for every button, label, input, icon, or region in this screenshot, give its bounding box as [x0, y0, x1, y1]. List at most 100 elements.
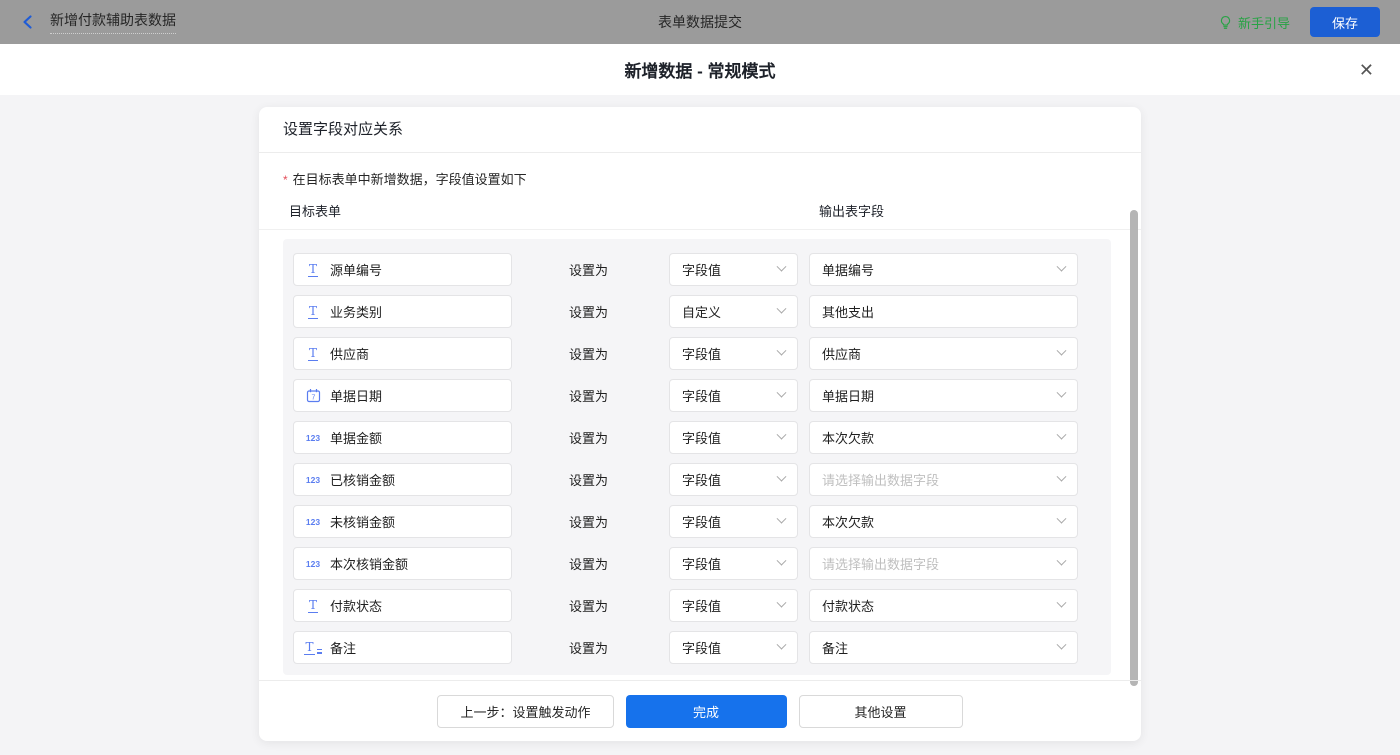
mapping-row: 123 未核销金额 设置为 字段值 本次欠款 — [293, 505, 1101, 538]
close-icon[interactable]: ✕ — [1359, 61, 1374, 79]
mode-select[interactable]: 字段值 — [669, 505, 798, 538]
date-field-icon: 7 — [304, 388, 322, 403]
set-as-label: 设置为 — [569, 470, 611, 489]
mode-value: 字段值 — [682, 596, 721, 615]
save-button[interactable]: 保存 — [1310, 7, 1380, 37]
target-field[interactable]: T 源单编号 — [293, 253, 512, 286]
mapping-row: T 供应商 设置为 字段值 供应商 — [293, 337, 1101, 370]
output-select[interactable]: 本次欠款 — [809, 505, 1078, 538]
mode-value: 字段值 — [682, 344, 721, 363]
mode-select[interactable]: 字段值 — [669, 547, 798, 580]
target-field-label: 备注 — [330, 638, 356, 657]
set-as-label: 设置为 — [569, 554, 611, 573]
output-value: 供应商 — [822, 344, 861, 363]
target-field-label: 单据日期 — [330, 386, 382, 405]
output-select[interactable]: 本次欠款 — [809, 421, 1078, 454]
target-field[interactable]: 7 单据日期 — [293, 379, 512, 412]
output-placeholder: 请选择输出数据字段 — [822, 470, 939, 489]
set-as-label: 设置为 — [569, 638, 611, 657]
workflow-title[interactable]: 新增付款辅助表数据 — [50, 10, 176, 34]
other-settings-button[interactable]: 其他设置 — [799, 695, 963, 728]
chevron-down-icon — [777, 388, 787, 398]
required-mark: * — [283, 173, 288, 187]
target-field[interactable]: 123 已核销金额 — [293, 463, 512, 496]
chevron-down-icon — [1057, 598, 1067, 608]
done-button[interactable]: 完成 — [626, 695, 787, 728]
prev-step-button[interactable]: 上一步：设置触发动作 — [437, 695, 613, 728]
mode-select[interactable]: 字段值 — [669, 337, 798, 370]
output-placeholder: 请选择输出数据字段 — [822, 554, 939, 573]
target-field-label: 单据金额 — [330, 428, 382, 447]
chevron-down-icon — [777, 514, 787, 524]
output-select[interactable]: 单据日期 — [809, 379, 1078, 412]
output-select[interactable]: 请选择输出数据字段 — [809, 547, 1078, 580]
scrollbar[interactable] — [1130, 210, 1138, 686]
number-field-icon: 123 — [304, 433, 322, 443]
back-button[interactable] — [20, 14, 36, 30]
mode-value: 字段值 — [682, 386, 721, 405]
target-field-label: 未核销金额 — [330, 512, 395, 531]
set-as-label: 设置为 — [569, 386, 611, 405]
column-target-form: 目标表单 — [289, 201, 341, 220]
output-value: 备注 — [822, 638, 848, 657]
mode-value: 字段值 — [682, 470, 721, 489]
single-line-text-icon: T — [304, 347, 322, 361]
card-footer: 上一步：设置触发动作 完成 其他设置 — [259, 680, 1141, 741]
output-value: 其他支出 — [822, 302, 874, 321]
mapping-row: 123 已核销金额 设置为 字段值 请选择输出数据字段 — [293, 463, 1101, 496]
target-field[interactable]: 123 单据金额 — [293, 421, 512, 454]
target-field-label: 供应商 — [330, 344, 369, 363]
chevron-down-icon — [1057, 556, 1067, 566]
mode-value: 字段值 — [682, 512, 721, 531]
svg-text:7: 7 — [311, 395, 315, 402]
mapping-row: T 源单编号 设置为 字段值 单据编号 — [293, 253, 1101, 286]
field-mapping-card: 设置字段对应关系 *在目标表单中新增数据，字段值设置如下 目标表单 输出表字段 … — [259, 107, 1141, 741]
target-field-label: 本次核销金额 — [330, 554, 408, 573]
chevron-down-icon — [777, 346, 787, 356]
output-select[interactable]: 单据编号 — [809, 253, 1078, 286]
chevron-down-icon — [777, 598, 787, 608]
output-value: 单据编号 — [822, 260, 874, 279]
mode-value: 字段值 — [682, 260, 721, 279]
set-as-label: 设置为 — [569, 512, 611, 531]
mode-select[interactable]: 字段值 — [669, 253, 798, 286]
mode-select[interactable]: 字段值 — [669, 589, 798, 622]
target-field[interactable]: 123 本次核销金额 — [293, 547, 512, 580]
mode-select[interactable]: 字段值 — [669, 631, 798, 664]
target-field[interactable]: T 备注 — [293, 631, 512, 664]
chevron-down-icon — [777, 472, 787, 482]
chevron-down-icon — [1057, 262, 1067, 272]
output-value: 单据日期 — [822, 386, 874, 405]
mode-value: 字段值 — [682, 428, 721, 447]
card-title: 设置字段对应关系 — [259, 107, 1141, 153]
chevron-down-icon — [777, 430, 787, 440]
mode-select[interactable]: 字段值 — [669, 421, 798, 454]
mode-select[interactable]: 字段值 — [669, 379, 798, 412]
mapping-row: 7 单据日期 设置为 字段值 单据日期 — [293, 379, 1101, 412]
set-as-label: 设置为 — [569, 428, 611, 447]
top-bar: 新增付款辅助表数据 表单数据提交 新手引导 保存 — [0, 0, 1400, 44]
mapping-rows-panel: T 源单编号 设置为 字段值 单据编号 T 业务类别 — [283, 239, 1111, 675]
target-field-label: 源单编号 — [330, 260, 382, 279]
mode-select[interactable]: 自定义 — [669, 295, 798, 328]
mapping-row: T 业务类别 设置为 自定义 其他支出 — [293, 295, 1101, 328]
target-field[interactable]: T 付款状态 — [293, 589, 512, 622]
output-text-input[interactable]: 其他支出 — [809, 295, 1078, 328]
number-field-icon: 123 — [304, 517, 322, 527]
target-field[interactable]: 123 未核销金额 — [293, 505, 512, 538]
lightbulb-icon — [1218, 15, 1233, 30]
beginner-guide-link[interactable]: 新手引导 — [1218, 13, 1290, 32]
output-value: 本次欠款 — [822, 428, 874, 447]
chevron-down-icon — [777, 262, 787, 272]
chevron-down-icon — [1057, 640, 1067, 650]
target-field[interactable]: T 业务类别 — [293, 295, 512, 328]
output-select[interactable]: 付款状态 — [809, 589, 1078, 622]
mode-select[interactable]: 字段值 — [669, 463, 798, 496]
divider — [259, 229, 1141, 230]
set-as-label: 设置为 — [569, 302, 611, 321]
output-select[interactable]: 请选择输出数据字段 — [809, 463, 1078, 496]
target-field[interactable]: T 供应商 — [293, 337, 512, 370]
page-title: 表单数据提交 — [0, 12, 1400, 32]
output-select[interactable]: 供应商 — [809, 337, 1078, 370]
output-select[interactable]: 备注 — [809, 631, 1078, 664]
